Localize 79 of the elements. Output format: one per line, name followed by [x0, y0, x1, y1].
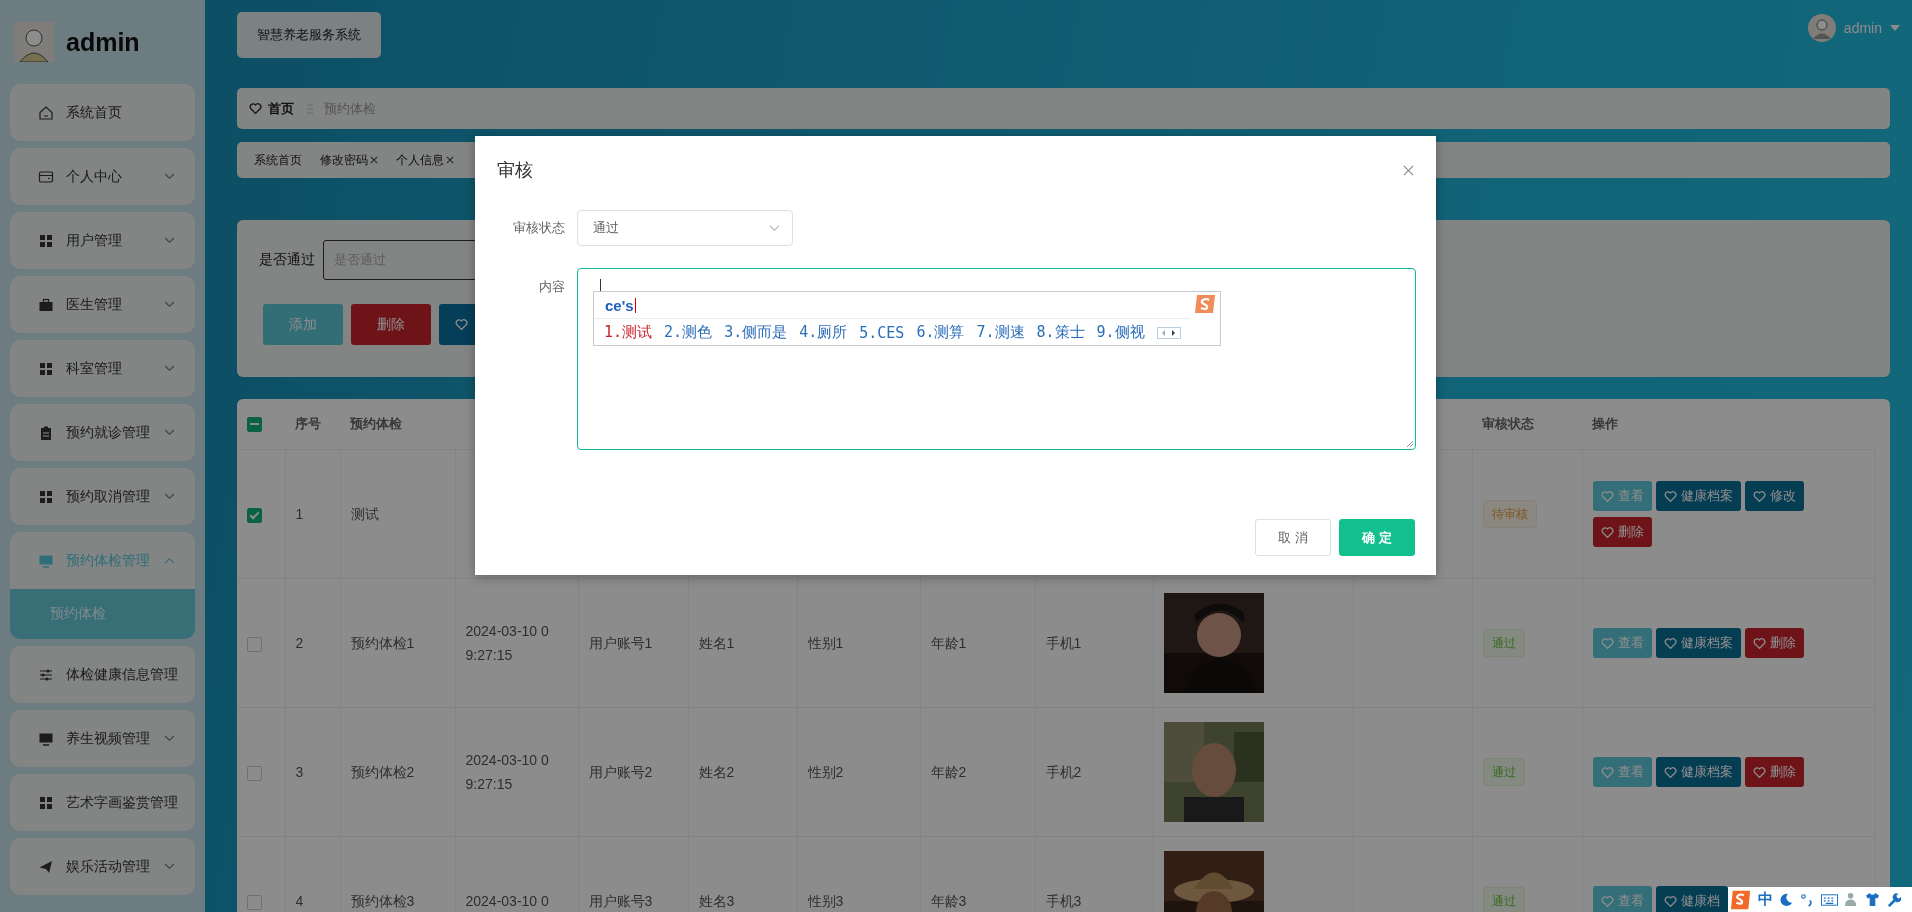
column-header: 审核状态 — [1472, 399, 1582, 450]
record-button[interactable]: 健康档 — [1655, 886, 1728, 912]
record-button[interactable]: 健康档案 — [1655, 628, 1741, 658]
table-cell: 预约体检3 — [340, 836, 455, 912]
table-cell: 测试 — [340, 449, 455, 579]
table-cell: 姓名3 — [688, 836, 797, 912]
table-cell: 用户账号2 — [578, 707, 688, 837]
menu-item[interactable]: 预约就诊管理 — [10, 404, 195, 461]
status-tag: 通过 — [1482, 758, 1525, 786]
table-cell: 2024-03-10 0 — [455, 836, 578, 912]
column-header: 序号 — [285, 399, 340, 450]
ime-candidate[interactable]: 9.侧视 — [1096, 323, 1145, 342]
table-cell: 2 — [285, 578, 340, 708]
status-tag: 待审核 — [1482, 500, 1537, 528]
table-cell: 年龄2 — [920, 707, 1035, 837]
field-label: 审核状态 — [512, 219, 566, 237]
ime-candidate[interactable]: 4.厕所 — [799, 323, 848, 342]
table-cell: 性别2 — [797, 707, 920, 837]
ime-candidate[interactable]: 5.CES — [859, 323, 905, 342]
table-cell: 姓名2 — [688, 707, 797, 837]
typed-pinyin-text: ce's — [605, 296, 634, 314]
table-cell: 年龄1 — [920, 578, 1035, 708]
menu-item[interactable]: 娱乐活动管理 — [10, 838, 195, 895]
menu-item[interactable]: 预约取消管理 — [10, 468, 195, 525]
status-tag: 通过 — [1482, 887, 1525, 912]
ime-candidate[interactable]: 1.测试 — [604, 323, 653, 342]
dialog-title: 审核 — [497, 159, 533, 182]
table-cell: 4 — [285, 836, 340, 912]
tab[interactable]: 系统首页 — [254, 151, 302, 169]
menu-item[interactable]: 系统首页 — [10, 84, 195, 141]
delete-button[interactable]: 删除 — [1744, 757, 1804, 787]
ime-candidate[interactable]: 7.测速 — [976, 323, 1025, 342]
menu-item[interactable]: 科室管理 — [10, 340, 195, 397]
column-header: 操作 — [1582, 399, 1875, 450]
tab[interactable]: 个人信息 — [396, 151, 454, 169]
edit-button[interactable]: 修改 — [1744, 481, 1804, 511]
table-cell: 预约体检2 — [340, 707, 455, 837]
ime-candidate[interactable]: 2.测色 — [664, 323, 713, 342]
confirm-button[interactable]: 确 定 — [1339, 519, 1415, 556]
input-mode-toggle[interactable]: 中 — [1758, 890, 1773, 909]
column-header: 预约体检 — [340, 399, 455, 450]
tab[interactable]: 修改密码 — [320, 151, 378, 169]
record-button[interactable]: 健康档案 — [1655, 757, 1741, 787]
table-cell: 姓名1 — [688, 578, 797, 708]
table-cell: 性别3 — [797, 836, 920, 912]
table-cell: 2024-03-10 0 9:27:15 — [455, 578, 578, 708]
table-cell: 手机3 — [1035, 836, 1153, 912]
table-cell: 手机1 — [1035, 578, 1153, 708]
table-cell: 用户账号3 — [578, 836, 688, 912]
table-cell: 预约体检1 — [340, 578, 455, 708]
table-cell: 手机2 — [1035, 707, 1153, 837]
ime-candidate[interactable]: 3.侧而是 — [724, 323, 788, 342]
field-label: 是否通过 — [259, 251, 315, 269]
menu-item[interactable]: 艺术字画鉴赏管理 — [10, 774, 195, 831]
menu-item[interactable]: 用户管理 — [10, 212, 195, 269]
delete-button[interactable]: 删除 — [1592, 517, 1652, 547]
menu-item[interactable]: 医生管理 — [10, 276, 195, 333]
table-cell: 1 — [285, 449, 340, 579]
menu-item[interactable]: 体检健康信息管理 — [10, 646, 195, 703]
ime-candidate[interactable]: 8.策士 — [1036, 323, 1085, 342]
user-name: admin — [66, 27, 140, 57]
menu-item[interactable]: 养生视频管理 — [10, 710, 195, 767]
table-cell: 2024-03-10 0 9:27:15 — [455, 707, 578, 837]
cancel-button[interactable]: 取 消 — [1255, 519, 1331, 556]
breadcrumb-link[interactable]: 首页 — [268, 99, 294, 118]
table-cell: 年龄3 — [920, 836, 1035, 912]
system-title: 智慧养老服务系统 — [237, 12, 381, 58]
select-field[interactable]: 通过 — [577, 210, 793, 246]
record-button[interactable]: 健康档案 — [1655, 481, 1741, 511]
ime-candidate[interactable]: 6.测算 — [916, 323, 965, 342]
delete-button[interactable]: 删除 — [351, 304, 431, 345]
table-cell: 用户账号1 — [578, 578, 688, 708]
table-cell: 3 — [285, 707, 340, 837]
status-tag: 通过 — [1482, 629, 1525, 657]
delete-button[interactable]: 删除 — [1744, 628, 1804, 658]
field-label: 内容 — [538, 278, 566, 296]
table-cell: 性别1 — [797, 578, 920, 708]
content-textarea[interactable]: ce's 1.测试 2.测色 3.侧而是 4.厕所 5.CES 6.测算 7.测速 8.策士 9.侧视 — [577, 268, 1416, 450]
menu-item[interactable]: 个人中心 — [10, 148, 195, 205]
